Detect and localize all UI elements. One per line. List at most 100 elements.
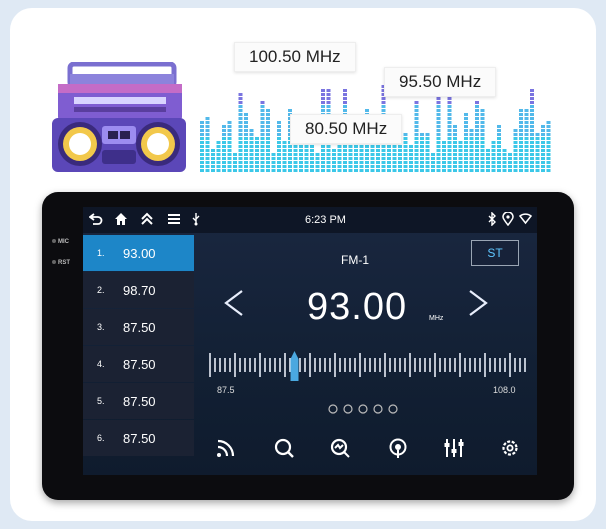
spectrum-cell: [464, 137, 468, 140]
spectrum-cell: [337, 149, 342, 152]
preset-item-3[interactable]: 3. 87.50: [83, 309, 194, 345]
spectrum-cell: [414, 169, 419, 172]
spectrum-cell: [326, 153, 331, 156]
spectrum-cell: [370, 157, 375, 160]
spectrum-cell: [530, 129, 534, 132]
spectrum-cell: [519, 129, 523, 132]
spectrum-cell: [480, 153, 485, 156]
spectrum-cell: [277, 161, 281, 164]
spectrum-cell: [420, 133, 424, 136]
spectrum-cell: [420, 153, 424, 156]
spectrum-cell: [227, 149, 232, 152]
double-chevron-up-icon[interactable]: [140, 212, 154, 226]
reset-button[interactable]: RST: [52, 260, 70, 266]
preset-item-2[interactable]: 2. 98.70: [83, 272, 194, 308]
spectrum-cell: [425, 157, 430, 160]
spectrum-cell: [255, 145, 259, 148]
spectrum-cell: [469, 157, 474, 160]
spectrum-cell: [387, 145, 391, 148]
spectrum-cell: [436, 101, 441, 104]
spectrum-cell: [414, 109, 419, 112]
preset-item-1[interactable]: 1. 93.00: [83, 235, 194, 271]
search-icon[interactable]: [273, 437, 295, 459]
current-frequency: 93.00: [307, 286, 408, 328]
spectrum-cell: [508, 169, 512, 172]
spectrum-cell: [447, 149, 452, 152]
spectrum-cell: [497, 165, 501, 168]
spectrum-cell: [464, 125, 468, 128]
spectrum-cell: [260, 137, 265, 140]
spectrum-cell: [381, 157, 386, 160]
spectrum-cell: [233, 157, 237, 160]
spectrum-cell: [293, 145, 298, 148]
spectrum-cell: [381, 169, 386, 172]
spectrum-cell: [480, 121, 485, 124]
spectrum-cell: [524, 121, 529, 124]
spectrum-cell: [277, 145, 281, 148]
preset-item-4[interactable]: 4. 87.50: [83, 346, 194, 382]
spectrum-cell: [244, 165, 248, 168]
spectrum-cell: [530, 133, 534, 136]
spectrum-cell: [249, 129, 254, 132]
spectrum-cell: [403, 169, 408, 172]
spectrum-cell: [436, 97, 441, 100]
settings-icon[interactable]: [499, 437, 521, 459]
spectrum-cell: [227, 161, 232, 164]
spectrum-cell: [299, 161, 303, 164]
equalizer-icon[interactable]: [443, 437, 465, 459]
spectrum-cell: [442, 157, 446, 160]
scale-max-label: 108.0: [493, 385, 516, 395]
spectrum-cell: [370, 161, 375, 164]
spectrum-cell: [392, 165, 397, 168]
spectrum-cell: [464, 157, 468, 160]
home-icon[interactable]: [114, 212, 128, 226]
spectrum-cell: [249, 137, 254, 140]
spectrum-cell: [546, 145, 551, 148]
spectrum-cell: [321, 89, 325, 92]
spectrum-cell: [447, 145, 452, 148]
spectrum-cell: [387, 161, 391, 164]
spectrum-cell: [255, 149, 259, 152]
spectrum-cell: [354, 153, 358, 156]
broadcast-icon[interactable]: [387, 437, 409, 459]
spectrum-cell: [524, 157, 529, 160]
spectrum-cell: [541, 129, 545, 132]
tuning-needle[interactable]: [290, 351, 299, 381]
spectrum-cell: [365, 149, 369, 152]
spectrum-cell: [414, 165, 419, 168]
preset-item-5[interactable]: 5. 87.50: [83, 383, 194, 419]
spectrum-cell: [464, 153, 468, 156]
usb-icon: [192, 213, 200, 226]
spectrum-cell: [480, 109, 485, 112]
spectrum-cell: [464, 161, 468, 164]
spectrum-cell: [266, 153, 270, 156]
spectrum-cell: [205, 141, 210, 144]
spectrum-cell: [513, 137, 518, 140]
spectrum-cell: [486, 165, 490, 168]
spectrum-cell: [260, 125, 265, 128]
menu-icon[interactable]: [167, 212, 181, 226]
spectrum-cell: [464, 165, 468, 168]
spectrum-cell: [541, 133, 545, 136]
spectrum-cell: [321, 105, 325, 108]
spectrum-cell: [288, 109, 292, 112]
spectrum-cell: [519, 149, 523, 152]
back-icon[interactable]: [89, 212, 103, 226]
signal-icon[interactable]: [215, 437, 237, 459]
spectrum-cell: [464, 129, 468, 132]
spectrum-cell: [447, 105, 452, 108]
spectrum-cell: [519, 121, 523, 124]
spectrum-cell: [453, 137, 457, 140]
spectrum-cell: [513, 149, 518, 152]
spectrum-cell: [519, 157, 523, 160]
preset-item-6[interactable]: 6. 87.50: [83, 420, 194, 456]
auto-scan-icon[interactable]: [329, 437, 351, 459]
tune-down-arrow-icon[interactable]: [223, 289, 245, 317]
spectrum-cell: [222, 129, 226, 132]
stereo-button[interactable]: ST: [471, 240, 519, 266]
spectrum-cell: [271, 169, 276, 172]
spectrum-cell: [436, 165, 441, 168]
tune-up-arrow-icon[interactable]: [467, 289, 489, 317]
spectrum-cell: [491, 153, 496, 156]
tuning-scale[interactable]: [207, 347, 529, 383]
